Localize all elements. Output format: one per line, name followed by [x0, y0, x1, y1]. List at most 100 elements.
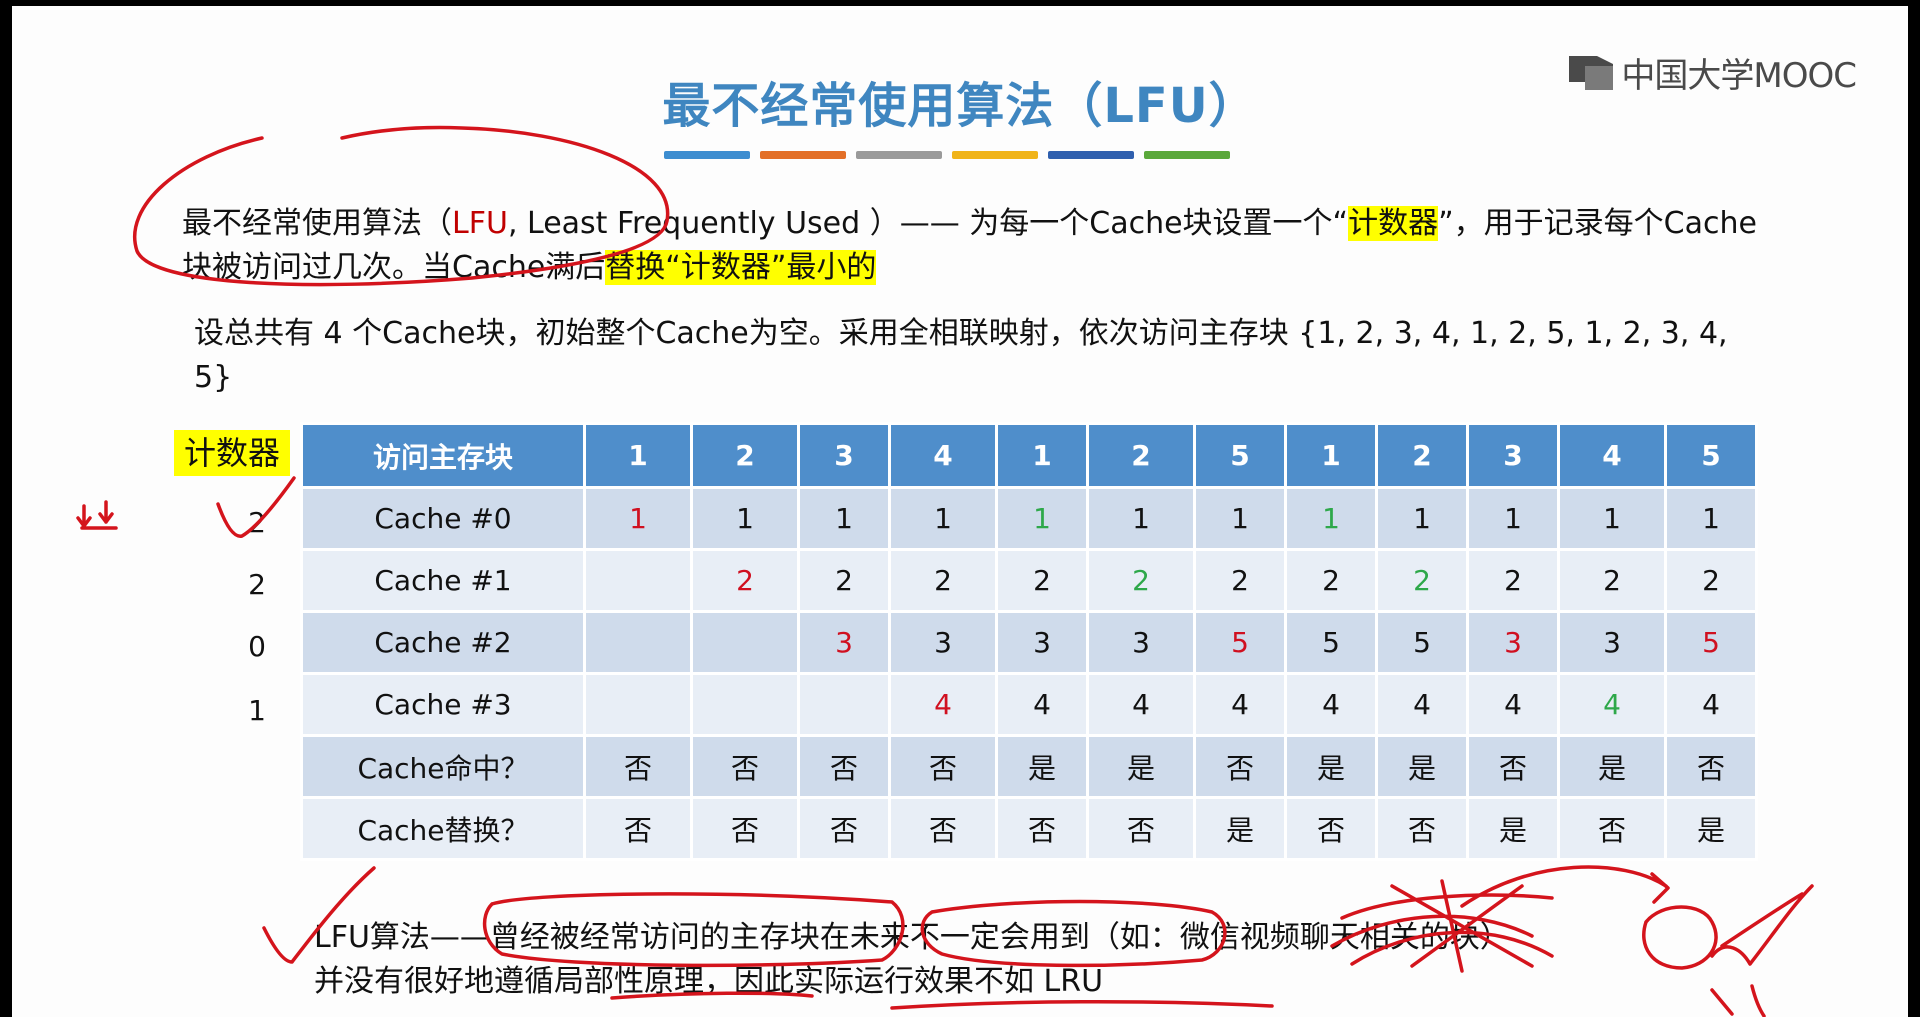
table-cell: 4: [995, 672, 1089, 737]
access-block: 5: [1664, 422, 1758, 489]
table-cell: 2: [995, 548, 1089, 613]
table-row: Cache #3 4 4 4 4 4 4 4 4 4: [300, 672, 1758, 737]
access-block: 1: [583, 422, 693, 489]
table-cell: 是: [1557, 734, 1667, 799]
table-cell: 5: [1664, 610, 1758, 675]
counter-value: 1: [248, 694, 266, 727]
table-cell: 是: [1284, 734, 1378, 799]
title-color-bars: [664, 151, 1230, 159]
table-cell: [583, 610, 693, 675]
table-cell: 否: [797, 796, 891, 861]
table-cell: 3: [995, 610, 1089, 675]
table-cell: [583, 548, 693, 613]
table-cell: 1: [797, 486, 891, 551]
table-cell: 1: [1664, 486, 1758, 551]
table-cell: 否: [1086, 796, 1196, 861]
conclusion-line: 并没有很好地遵循局部性原理，因此实际运行效果不如 LRU: [314, 964, 1104, 999]
table-cell: 是: [1664, 796, 1758, 861]
table-cell: 3: [1466, 610, 1560, 675]
access-block: 3: [1466, 422, 1560, 489]
access-block: 3: [797, 422, 891, 489]
table-cell: 是: [1193, 796, 1287, 861]
table-cell: 4: [1086, 672, 1196, 737]
counter-value: 2: [248, 506, 266, 539]
table-cell: 2: [690, 548, 800, 613]
access-block: 5: [1193, 422, 1287, 489]
table-cell: 1: [1086, 486, 1196, 551]
table-cell: 1: [995, 486, 1089, 551]
table-cell: 3: [797, 610, 891, 675]
table-cell: 否: [1664, 734, 1758, 799]
lfu-table: 访问主存块 1 2 3 4 1 2 5 1 2 3 4 5 Cache #0 1 1 1 1 1 1 1 1 1 1 1 1 Cac…: [300, 422, 1758, 861]
table-cell: 否: [888, 734, 998, 799]
row-label: Cache #3: [300, 672, 586, 737]
table-cell: [583, 672, 693, 737]
access-block: 2: [1375, 422, 1469, 489]
table-cell: 4: [1284, 672, 1378, 737]
ink-arrows: [76, 500, 118, 530]
table-cell: 1: [888, 486, 998, 551]
conclusion-line: LFU算法——曾经被经常访问的主存块在未来不一定会用到（如：微信视频聊天相关的块…: [314, 920, 1510, 955]
table-cell: 1: [1466, 486, 1560, 551]
table-cell: 是: [1086, 734, 1196, 799]
access-block: 2: [1086, 422, 1196, 489]
ink-arc: [1460, 865, 1670, 908]
color-bar: [1048, 151, 1134, 159]
table-cell: 否: [690, 734, 800, 799]
table-cell: 1: [1557, 486, 1667, 551]
definition-paragraph: 最不经常使用算法（LFU, Least Frequently Used ）—— …: [182, 202, 1762, 290]
mooc-book-icon: [1569, 55, 1614, 90]
table-cell: 2: [1193, 548, 1287, 613]
table-cell: 3: [888, 610, 998, 675]
access-block: 2: [690, 422, 800, 489]
table-cell: 4: [1664, 672, 1758, 737]
table-row: Cache替换？否否否否否否是否否是否是: [300, 796, 1758, 861]
table-cell: 否: [1375, 796, 1469, 861]
counter-label: 计数器: [174, 430, 290, 476]
table-cell: 否: [797, 734, 891, 799]
table-cell: 2: [888, 548, 998, 613]
color-bar: [856, 151, 942, 159]
highlight-replace-rule: 替换“计数器”最小的: [605, 250, 877, 285]
counter-value: 2: [248, 568, 266, 601]
ink-check-right: [1710, 884, 1814, 966]
table-cell: 是: [995, 734, 1089, 799]
table-cell: 2: [1664, 548, 1758, 613]
table-cell: [797, 672, 891, 737]
table-cell: 3: [1086, 610, 1196, 675]
row-label: Cache #0: [300, 486, 586, 551]
table-cell: 否: [583, 796, 693, 861]
table-cell: 1: [1193, 486, 1287, 551]
highlight-counter: 计数器: [1348, 206, 1439, 241]
table-cell: 1: [690, 486, 800, 551]
logo-text: 中国大学MOOC: [1621, 56, 1857, 96]
ink-bottom-right: [1710, 984, 1766, 1017]
table-cell: 1: [583, 486, 693, 551]
table-cell: 否: [1557, 796, 1667, 861]
table-row: Cache #1 2 2 2 2 2 2 2 2 2 2 2: [300, 548, 1758, 613]
color-bar: [760, 151, 846, 159]
table-cell: 2: [1086, 548, 1196, 613]
table-cell: 2: [1375, 548, 1469, 613]
table-cell: 3: [1557, 610, 1667, 675]
table-cell: [690, 610, 800, 675]
problem-statement: 设总共有 4 个Cache块，初始整个Cache为空。采用全相联映射，依次访问主…: [194, 316, 1728, 395]
table-cell: 否: [1284, 796, 1378, 861]
table-cell: 是: [1466, 796, 1560, 861]
row-label: Cache替换？: [300, 796, 586, 861]
counter-value: 0: [248, 630, 266, 663]
color-bar: [1144, 151, 1230, 159]
table-cell: 否: [995, 796, 1089, 861]
access-block: 4: [888, 422, 998, 489]
table-cell: 2: [1284, 548, 1378, 613]
access-block: 4: [1557, 422, 1667, 489]
table-cell: 否: [888, 796, 998, 861]
table-cell: [690, 672, 800, 737]
mooc-logo: 中国大学MOOC: [1567, 48, 1857, 97]
access-block: 1: [995, 422, 1089, 489]
table-cell: 否: [690, 796, 800, 861]
table-cell: 1: [1375, 486, 1469, 551]
header-label: 访问主存块: [300, 422, 586, 489]
table-cell: 1: [1284, 486, 1378, 551]
row-label: Cache命中？: [300, 734, 586, 799]
